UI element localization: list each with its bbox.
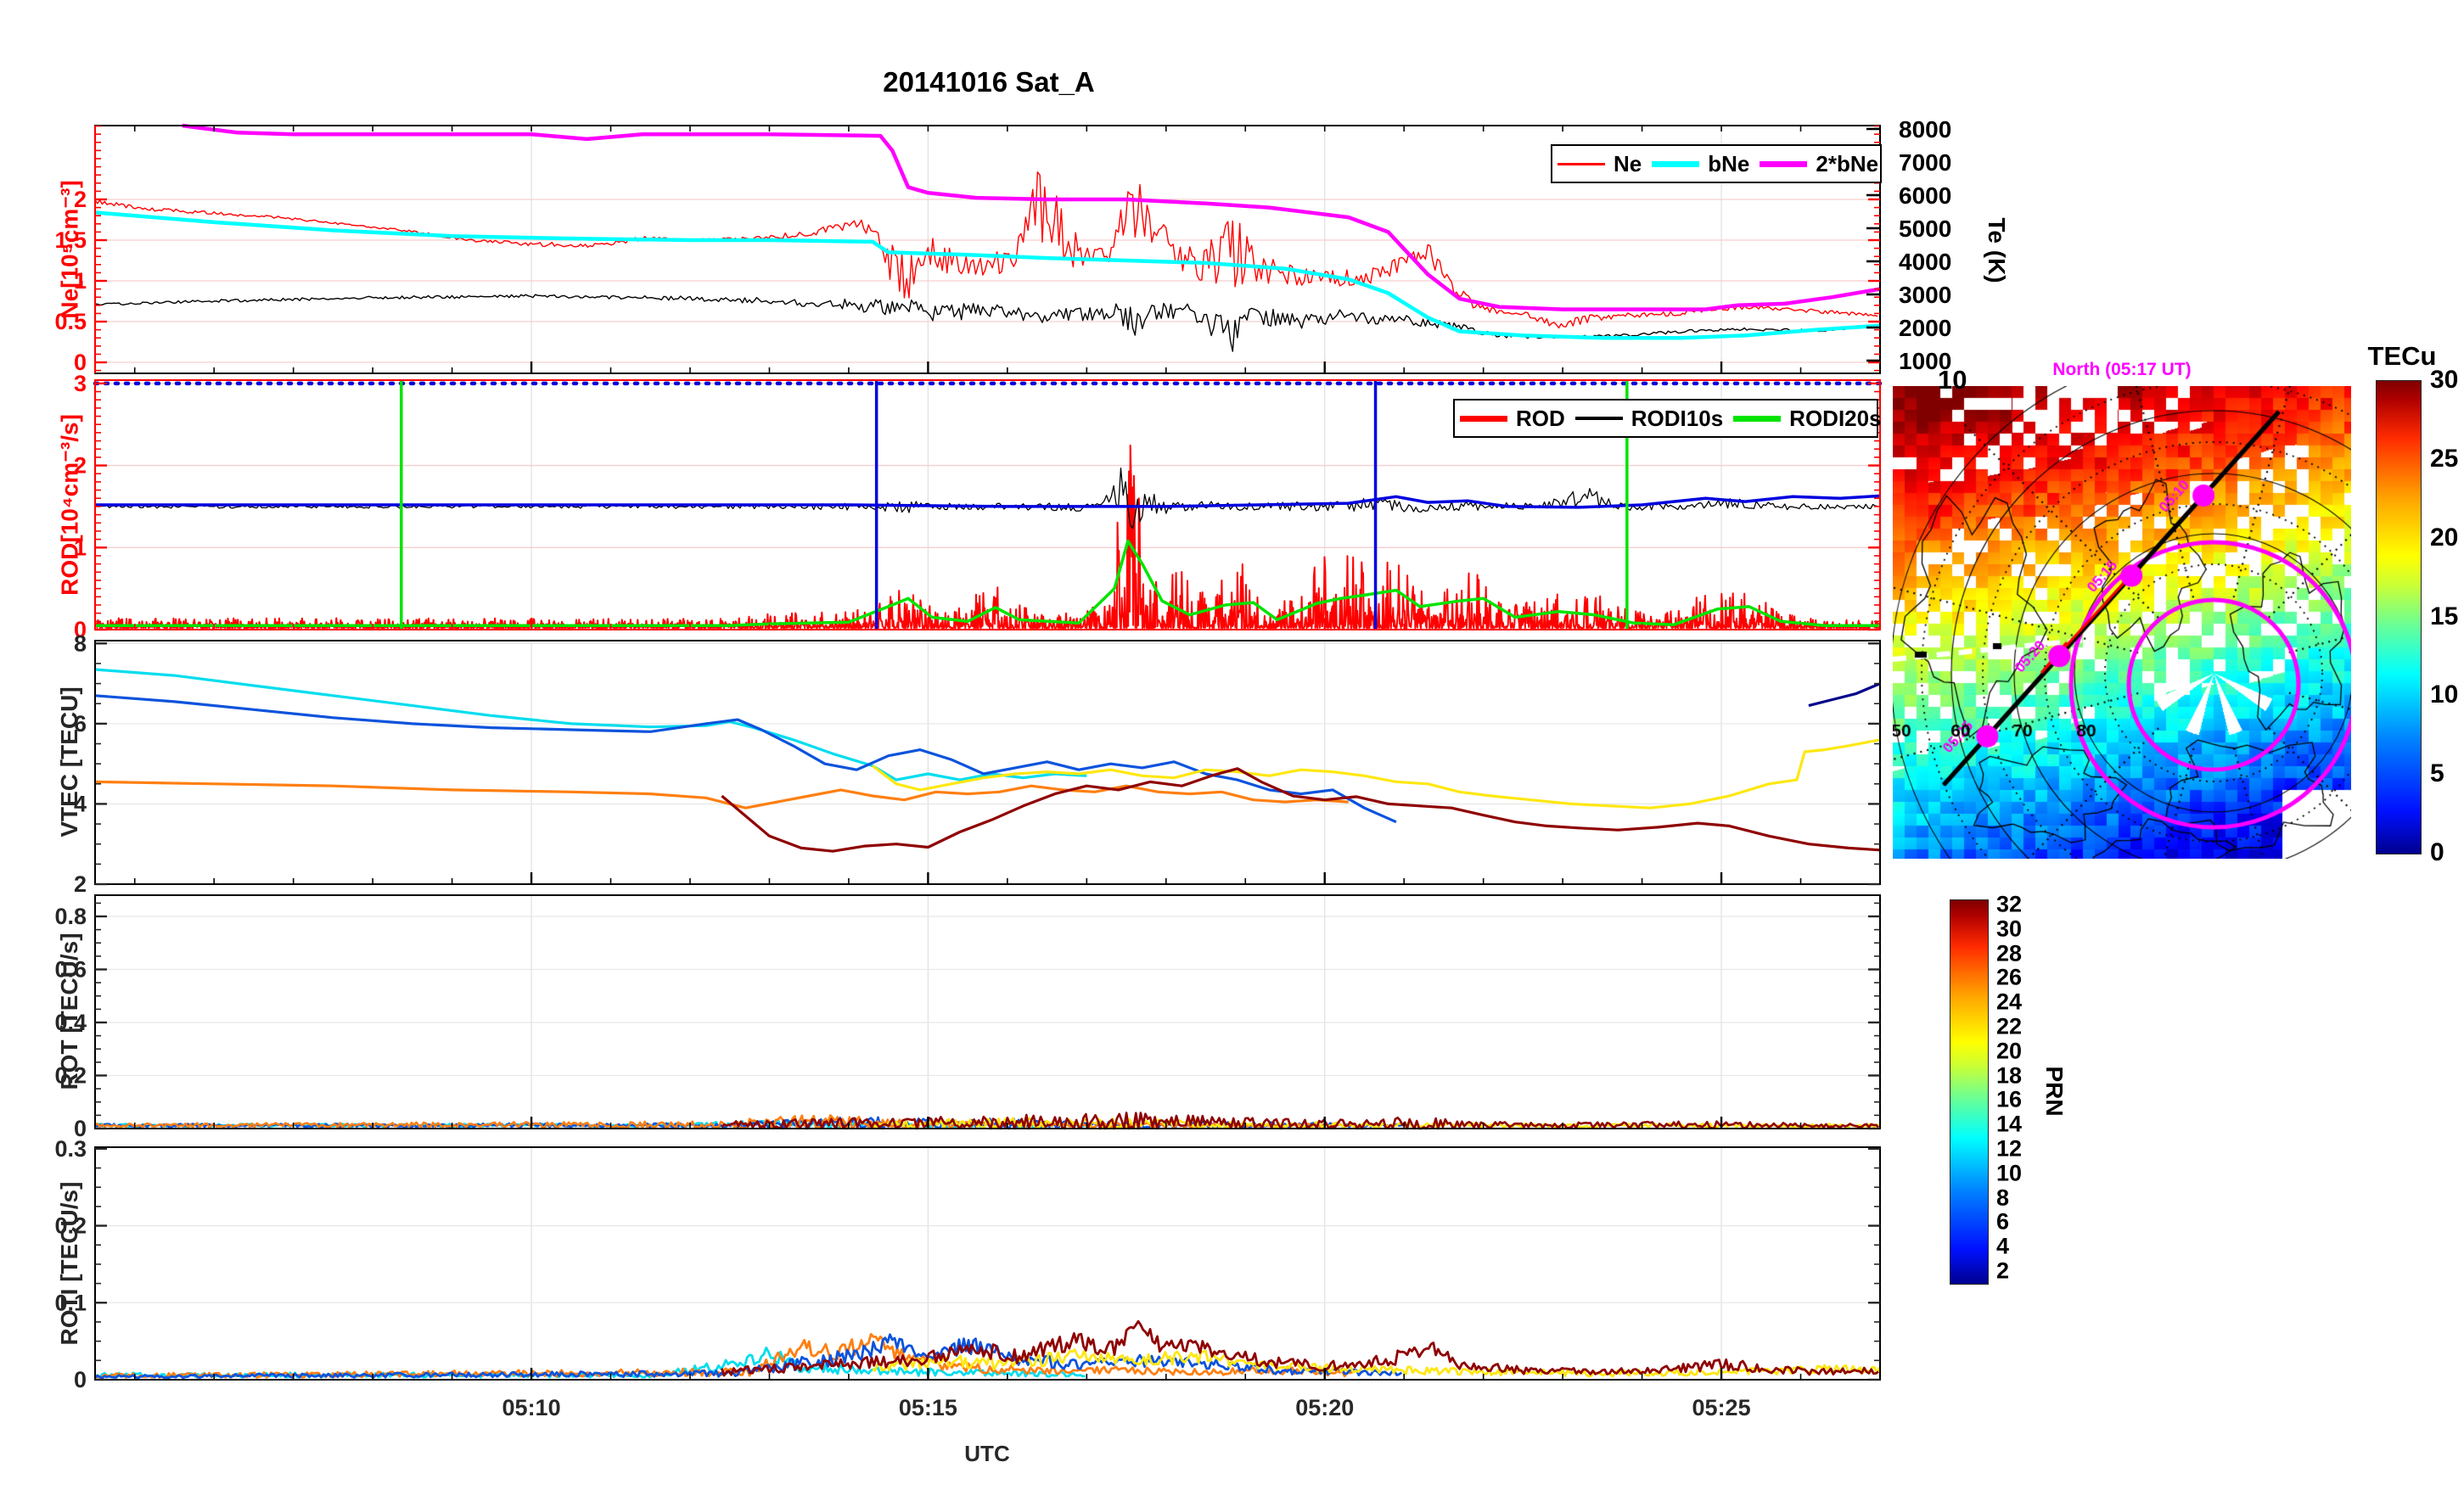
rodi20s-line-swatch [1733, 415, 1782, 422]
prn-colorbar-label: PRN [2041, 1066, 2068, 1117]
legend-item: ROD [1455, 406, 1570, 432]
svg-text:8: 8 [74, 630, 87, 656]
series-te [94, 294, 1878, 352]
colorbar-tick-label: 10 [1996, 1160, 2023, 1186]
rot-axis-label: ROT [TECU/s] [56, 933, 82, 1090]
colorbar-tick-label: 30 [1996, 916, 2023, 942]
rodi10s-line-swatch [1574, 417, 1623, 420]
svg-text:0: 0 [74, 1367, 87, 1392]
colorbar-tick-label: 28 [1996, 940, 2023, 966]
colorbar-tick-label: 20 [2430, 523, 2459, 552]
legend-label: Ne [1614, 150, 1642, 176]
colorbar-tick-label: 22 [1996, 1013, 2023, 1039]
colorbar-tick-label: 8 [1996, 1185, 2010, 1211]
tecu-colorbar [2376, 380, 2422, 854]
colorbar-tick-label: 15 [2430, 602, 2459, 630]
svg-text:05:10: 05:10 [502, 1395, 561, 1420]
series-rod [94, 445, 1881, 630]
2bne-line-swatch [1760, 160, 1808, 167]
ne-axis-label: Ne[10⁵cm⁻³] [56, 180, 83, 319]
series-prn-yellow [872, 738, 1881, 809]
legend-ne-panel: Ne bNe 2*bNe [1551, 144, 1882, 183]
legend-item: bNe [1647, 151, 1754, 177]
svg-text:3: 3 [74, 371, 87, 396]
series-prn-blue [94, 694, 1397, 824]
colorbar-tick-label: 30 [2430, 366, 2459, 394]
svg-text:6000: 6000 [1899, 182, 1951, 209]
series-prn-orange [94, 1333, 1355, 1380]
colorbar-tick-label: 16 [1996, 1086, 2023, 1112]
colorbar-tick-label: 18 [1996, 1062, 2023, 1089]
svg-text:3000: 3000 [1899, 282, 1951, 308]
svg-text:05:20: 05:20 [1295, 1395, 1354, 1420]
colorbar-tick-label: 14 [1996, 1111, 2023, 1137]
svg-text:0.3: 0.3 [54, 1136, 87, 1162]
svg-text:0.8: 0.8 [54, 904, 87, 929]
legend-label: bNe [1708, 150, 1750, 176]
legend-label: RODI10s [1631, 405, 1724, 431]
bne-line-swatch [1652, 160, 1700, 167]
svg-text:7000: 7000 [1899, 149, 1951, 176]
stray-ten-label: 10 [1938, 365, 1967, 395]
series-rodi10s [94, 468, 1878, 529]
series-bne [94, 210, 1881, 340]
legend-label: ROD [1516, 405, 1565, 431]
colorbar-tick-label: 26 [1996, 964, 2023, 990]
series-prn-navy [1808, 682, 1881, 708]
svg-text:5000: 5000 [1899, 216, 1951, 242]
series-rodi20s [95, 539, 1880, 627]
colorbar-tick-label: 24 [1996, 989, 2023, 1015]
legend-rod-panel: ROD RODI10s RODI20s [1453, 399, 1882, 438]
colorbar-tick-label: 2 [1996, 1258, 2010, 1284]
vtec-axis-label: VTEC [TECU] [56, 686, 82, 837]
svg-text:8000: 8000 [1899, 116, 1951, 143]
legend-item: Ne [1552, 151, 1647, 177]
svg-text:4000: 4000 [1899, 249, 1951, 275]
rod-axis-label: ROD[10⁴cm⁻³/s] [56, 414, 83, 596]
svg-text:2: 2 [74, 871, 87, 897]
prn-colorbar [1950, 899, 1989, 1285]
colorbar-tick-label: 32 [1996, 891, 2023, 917]
rod-line-swatch [1460, 415, 1507, 422]
svg-text:05:15: 05:15 [899, 1395, 957, 1420]
series-ne [94, 171, 1878, 329]
ne-line-swatch [1558, 162, 1605, 165]
svg-text:05:25: 05:25 [1692, 1395, 1751, 1420]
colorbar-tick-label: 4 [1996, 1233, 2010, 1259]
series-rodi-baseline [95, 494, 1881, 509]
colorbar-tick-label: 20 [1996, 1038, 2023, 1064]
colorbar-tick-label: 0 [2430, 838, 2444, 866]
colorbar-tick-label: 25 [2430, 444, 2459, 473]
svg-text:2000: 2000 [1899, 315, 1951, 341]
x-axis-label: UTC [964, 1441, 1010, 1466]
colorbar-tick-label: 12 [1996, 1135, 2023, 1162]
legend-item: 2*bNe [1754, 151, 1883, 177]
figure-root: 20141016 Sat_A 0 0.5 1 1.5 2 1000 2000 3000 4000… [0, 0, 2464, 1490]
legend-item: RODI10s [1570, 406, 1728, 432]
colorbar-tick-label: 6 [1996, 1208, 2010, 1235]
colorbar-tick-label: 5 [2430, 759, 2444, 788]
legend-item: RODI20s [1728, 406, 1886, 432]
legend-label: RODI20s [1789, 405, 1882, 431]
te-axis-label: Te (K) [1984, 217, 2010, 283]
polar-tec-map [1893, 386, 2351, 859]
colorbar-tick-label: 10 [2430, 681, 2459, 709]
legend-label: 2*bNe [1816, 150, 1879, 176]
roti-axis-label: ROTI [TECU/s] [56, 1181, 82, 1346]
series-prn-cyan [94, 668, 1087, 781]
